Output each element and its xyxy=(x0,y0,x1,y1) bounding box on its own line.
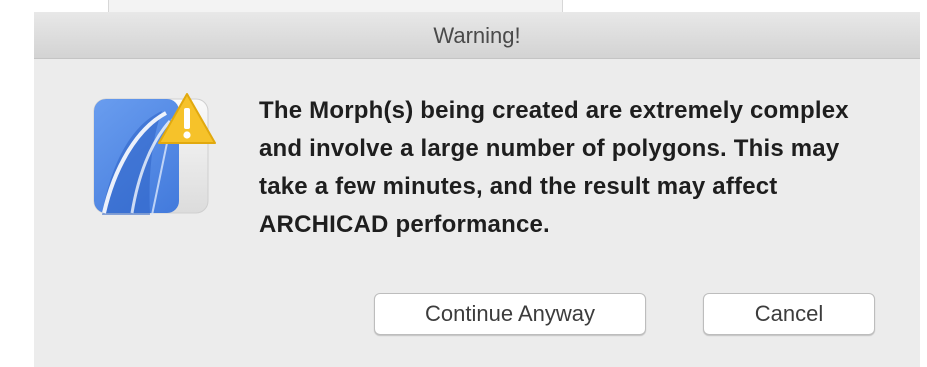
cancel-button[interactable]: Cancel xyxy=(703,293,875,335)
continue-anyway-button[interactable]: Continue Anyway xyxy=(374,293,646,335)
archicad-app-icon xyxy=(92,93,216,219)
background-window xyxy=(108,0,563,12)
warning-triangle-icon xyxy=(158,93,216,144)
warning-message: The Morph(s) being created are extremely… xyxy=(259,97,849,238)
screen: Warning! The Morph(s) being created are … xyxy=(0,0,927,367)
warning-dialog: Warning! The Morph(s) being created are … xyxy=(34,12,920,367)
dialog-title: Warning! xyxy=(34,12,920,59)
